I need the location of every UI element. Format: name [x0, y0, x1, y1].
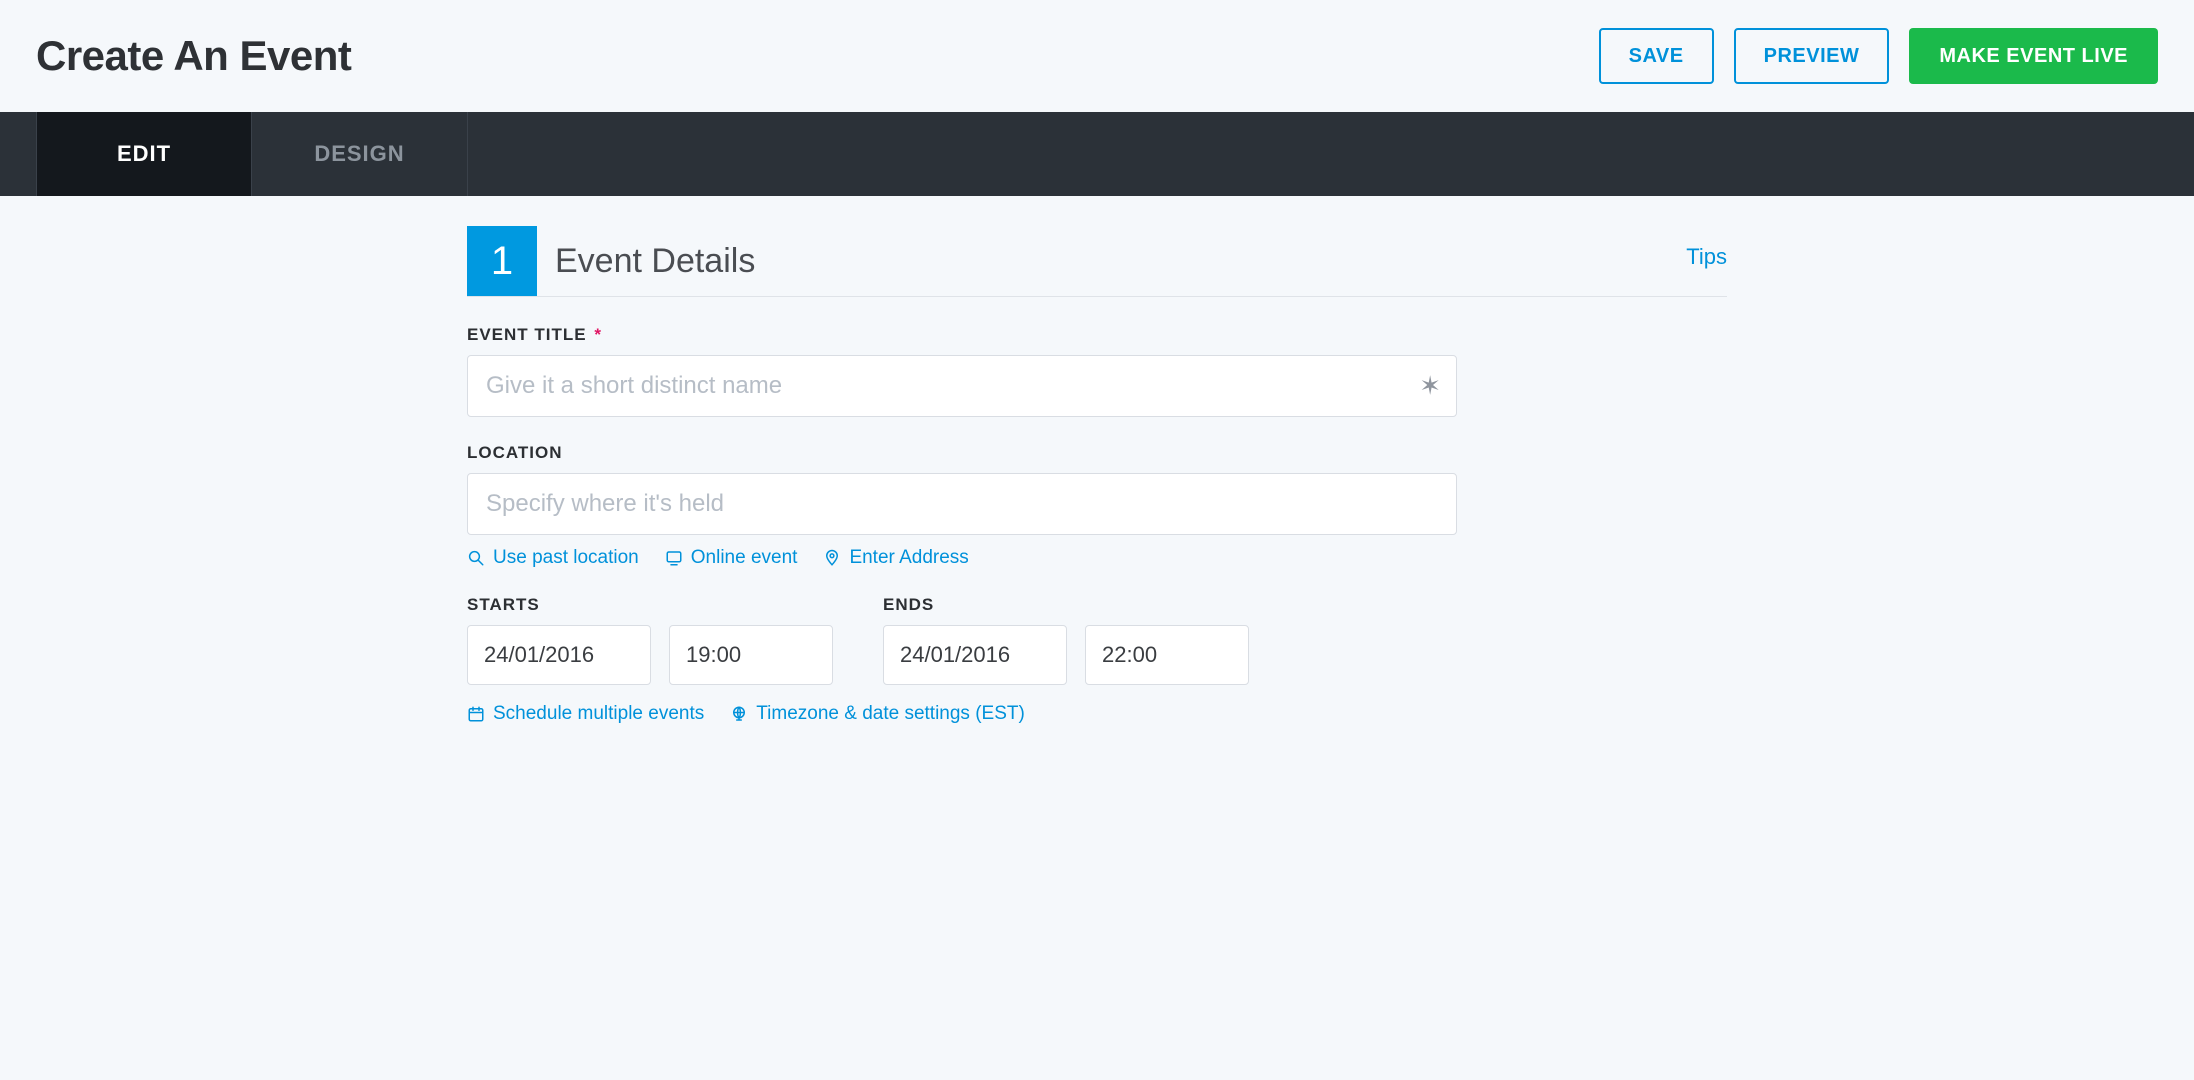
tab-edit[interactable]: EDIT: [36, 112, 252, 196]
section-title: Event Details: [555, 242, 755, 281]
start-time-input[interactable]: [669, 625, 833, 685]
field-location: LOCATION Use past location Online event: [467, 443, 1727, 569]
preview-button[interactable]: PREVIEW: [1734, 28, 1890, 84]
event-title-input[interactable]: [467, 355, 1457, 417]
ends-column: ENDS: [883, 595, 1249, 685]
enter-address-label: Enter Address: [849, 547, 968, 569]
location-label: LOCATION: [467, 443, 1727, 463]
header-actions: SAVE PREVIEW MAKE EVENT LIVE: [1599, 28, 2158, 84]
content-area: 1 Event Details Tips EVENT TITLE * ✶ LOC…: [467, 196, 1727, 791]
section-number-badge: 1: [467, 226, 537, 296]
online-event-label: Online event: [691, 547, 798, 569]
use-past-location-link[interactable]: Use past location: [467, 547, 639, 569]
location-input[interactable]: [467, 473, 1457, 535]
event-title-label-text: EVENT TITLE: [467, 325, 587, 344]
tab-design-label: DESIGN: [314, 141, 404, 167]
tabs-bar: EDIT DESIGN: [0, 112, 2194, 196]
starts-label: STARTS: [467, 595, 833, 615]
schedule-multiple-label: Schedule multiple events: [493, 703, 704, 725]
field-start-end: STARTS ENDS: [467, 595, 1727, 725]
map-pin-icon: [823, 549, 841, 567]
end-time-input[interactable]: [1085, 625, 1249, 685]
required-asterisk: *: [594, 325, 602, 344]
online-event-link[interactable]: Online event: [665, 547, 798, 569]
tab-edit-label: EDIT: [117, 141, 171, 167]
ends-label: ENDS: [883, 595, 1249, 615]
use-past-location-label: Use past location: [493, 547, 639, 569]
start-date-input[interactable]: [467, 625, 651, 685]
page-title: Create An Event: [36, 32, 351, 80]
search-icon: [467, 549, 485, 567]
enter-address-link[interactable]: Enter Address: [823, 547, 968, 569]
schedule-multiple-link[interactable]: Schedule multiple events: [467, 703, 704, 725]
event-title-label: EVENT TITLE *: [467, 325, 1727, 345]
tips-link[interactable]: Tips: [1686, 244, 1727, 270]
save-button[interactable]: SAVE: [1599, 28, 1714, 84]
datetime-link-row: Schedule multiple events Timezone & date…: [467, 703, 1727, 725]
location-link-row: Use past location Online event Enter Add…: [467, 547, 1727, 569]
timezone-settings-label: Timezone & date settings (EST): [756, 703, 1025, 725]
make-event-live-button[interactable]: MAKE EVENT LIVE: [1909, 28, 2158, 84]
field-event-title: EVENT TITLE * ✶: [467, 325, 1727, 417]
tab-design[interactable]: DESIGN: [252, 112, 468, 196]
globe-icon: [730, 705, 748, 723]
timezone-settings-link[interactable]: Timezone & date settings (EST): [730, 703, 1025, 725]
calendar-icon: [467, 705, 485, 723]
monitor-icon: [665, 549, 683, 567]
section-header: 1 Event Details Tips: [467, 226, 1727, 297]
page-header: Create An Event SAVE PREVIEW MAKE EVENT …: [0, 0, 2194, 112]
starts-column: STARTS: [467, 595, 833, 685]
end-date-input[interactable]: [883, 625, 1067, 685]
